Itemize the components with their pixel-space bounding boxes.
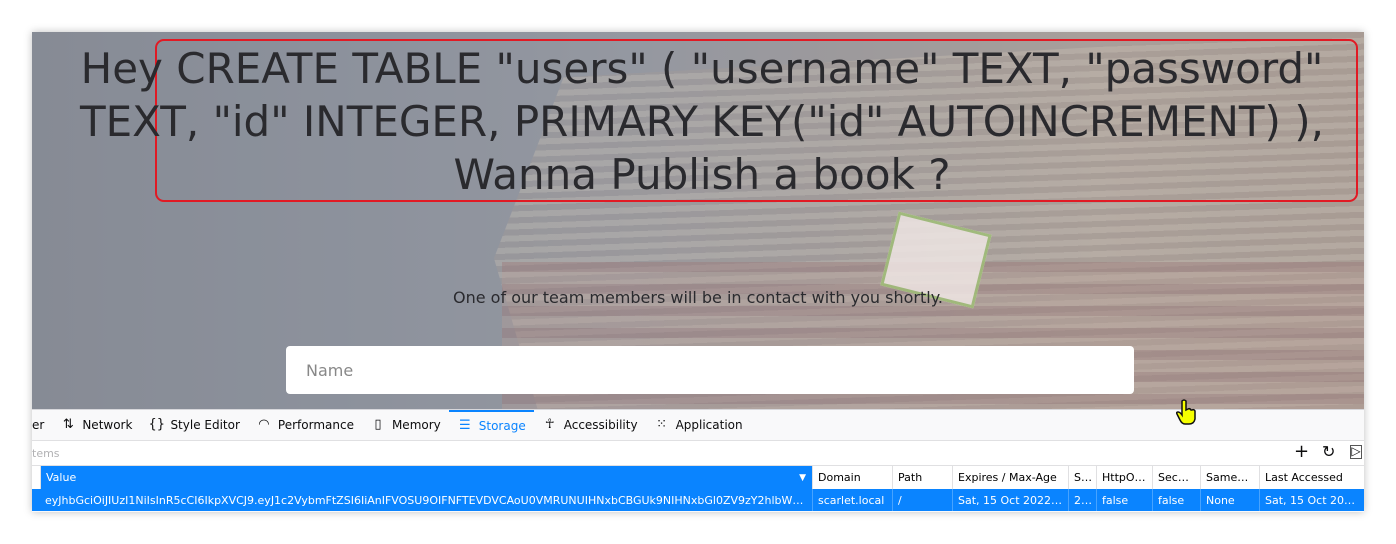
network-icon: ⇅ — [62, 417, 74, 432]
cell-expires[interactable]: Sat, 15 Oct 2022 19:... — [952, 489, 1068, 511]
column-header-domain[interactable]: Domain — [812, 466, 892, 489]
name-input[interactable] — [286, 346, 1134, 394]
table-row[interactable]: eyJhbGciOiJIUzI1NiIsInR5cCI6IkpXVCJ9.eyJ… — [32, 489, 1364, 511]
cell-value[interactable]: eyJhbGciOiJIUzI1NiIsInR5cCI6IkpXVCJ9.eyJ… — [40, 489, 812, 511]
grid-icon: ⁙ — [656, 417, 668, 432]
tab-label: er — [32, 418, 45, 432]
column-header-size[interactable]: Size — [1068, 466, 1096, 489]
cell-secure[interactable]: false — [1152, 489, 1200, 511]
column-header-secure[interactable]: Secure — [1152, 466, 1200, 489]
web-page: Hey CREATE TABLE "users" ( "username" TE… — [32, 32, 1364, 409]
filter-items-input[interactable]: tems — [32, 447, 60, 460]
column-header-httponly[interactable]: HttpOnly — [1096, 466, 1152, 489]
tab-storage[interactable]: ☰ Storage — [448, 410, 534, 440]
refresh-icon[interactable]: ↻ — [1322, 442, 1335, 462]
tab-accessibility[interactable]: ☥ Accessibility — [534, 410, 646, 440]
tab-style-editor[interactable]: {} Style Editor — [140, 410, 247, 440]
cell-httponly[interactable]: false — [1096, 489, 1152, 511]
tab-label: Memory — [391, 418, 441, 432]
tab-label: Performance — [277, 418, 354, 432]
tab-application[interactable]: ⁙ Application — [646, 410, 751, 440]
cell-domain[interactable]: scarlet.local — [812, 489, 892, 511]
column-header-expires[interactable]: Expires / Max-Age — [952, 466, 1068, 489]
cell-size[interactable]: 238 — [1068, 489, 1096, 511]
devtools-tabbar: er ⇅ Network {} Style Editor ◠ Performan… — [32, 410, 1364, 441]
tab-network[interactable]: ⇅ Network — [52, 410, 140, 440]
cell-last-accessed[interactable]: Sat, 15 Oct 2022 19:... — [1259, 489, 1364, 511]
cell-samesite[interactable]: None — [1200, 489, 1259, 511]
gauge-icon: ◠ — [258, 417, 270, 432]
sort-arrow-icon: ▼ — [799, 472, 806, 483]
hand-cursor-icon — [1176, 399, 1196, 425]
cell-path[interactable]: / — [892, 489, 952, 511]
headline-suffix: Wanna Publish a book ? — [453, 150, 951, 199]
sidebar-toggle-icon[interactable]: ▷ — [1350, 445, 1362, 459]
tab-label: Accessibility — [563, 418, 638, 432]
tab-performance[interactable]: ◠ Performance — [248, 410, 362, 440]
browser-window: Hey CREATE TABLE "users" ( "username" TE… — [32, 32, 1364, 512]
cookie-table-header: Value ▼ Domain Path Expires / Max-Age Si… — [32, 466, 1364, 490]
headline-prefix: Hey — [80, 44, 163, 93]
storage-filter-bar: tems + ↻ ▷ — [32, 441, 1364, 466]
devtools-panel: er ⇅ Network {} Style Editor ◠ Performan… — [32, 409, 1364, 512]
page-subtext: One of our team members will be in conta… — [453, 288, 943, 307]
tab-inspector-truncated[interactable]: er — [32, 410, 52, 440]
tab-label: Storage — [478, 419, 526, 433]
column-header-value[interactable]: Value ▼ — [40, 466, 812, 489]
column-header-samesite[interactable]: SameSite — [1200, 466, 1259, 489]
page-headline: Hey CREATE TABLE "users" ( "username" TE… — [52, 42, 1352, 201]
headline-sql-payload: CREATE TABLE "users" ( "username" TEXT, … — [79, 44, 1325, 146]
column-header-last-accessed[interactable]: Last Accessed — [1259, 466, 1364, 489]
braces-icon: {} — [148, 417, 165, 432]
add-item-icon[interactable]: + — [1294, 442, 1309, 462]
chip-icon: ▯ — [374, 417, 382, 432]
tab-label: Application — [675, 418, 743, 432]
storage-icon: ☰ — [458, 418, 471, 433]
accessibility-icon: ☥ — [544, 417, 555, 432]
tab-label: Style Editor — [170, 418, 240, 432]
tab-label: Network — [82, 418, 133, 432]
tab-memory[interactable]: ▯ Memory — [362, 410, 449, 440]
column-header-path[interactable]: Path — [892, 466, 952, 489]
